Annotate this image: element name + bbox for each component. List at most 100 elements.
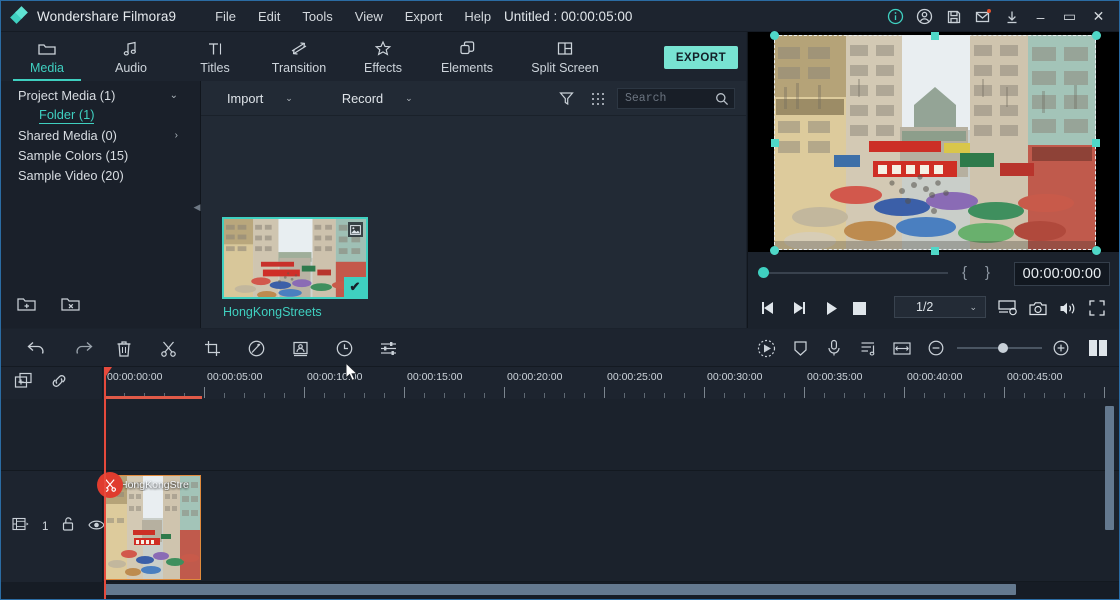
menu-item-file[interactable]: File	[204, 6, 247, 27]
ruler-tick-label: 00:00:35:00	[807, 371, 863, 383]
handle-middle-right[interactable]	[1092, 139, 1100, 147]
media-thumbnail[interactable]: ✔	[222, 217, 368, 299]
ruler-minor-tick	[644, 393, 645, 398]
zoom-out-icon[interactable]	[926, 338, 946, 358]
prev-frame-button[interactable]	[759, 299, 777, 317]
tab-elements[interactable]: Elements	[425, 32, 509, 81]
delete-folder-icon[interactable]	[60, 295, 82, 318]
preview-scrubber-track[interactable]	[763, 272, 948, 274]
fullscreen-icon[interactable]	[1088, 299, 1106, 317]
title-bar: Wondershare Filmora9 File Edit Tools Vie…	[1, 1, 1119, 32]
ruler-minor-tick	[664, 393, 665, 398]
green-screen-icon[interactable]	[290, 338, 310, 358]
fit-timeline-icon[interactable]	[892, 338, 912, 358]
audio-adjust-icon[interactable]	[378, 338, 398, 358]
timeline-track-empty[interactable]	[1, 399, 1119, 471]
tab-audio[interactable]: Audio	[89, 32, 173, 81]
mark-out-button[interactable]: }	[985, 264, 990, 281]
speed-clock-icon[interactable]	[334, 338, 354, 358]
volume-icon[interactable]	[1059, 299, 1077, 317]
handle-top-center[interactable]	[931, 32, 939, 40]
marker-icon[interactable]	[790, 338, 810, 358]
timeline-vertical-scrollbar[interactable]	[1105, 406, 1114, 530]
timeline-horizontal-scrollbar[interactable]	[104, 584, 1016, 595]
mark-in-button[interactable]: {	[962, 264, 967, 281]
tab-transition[interactable]: Transition	[257, 32, 341, 81]
video-track-header: 1	[1, 471, 106, 582]
redo-icon[interactable]	[73, 338, 93, 358]
menu-item-help[interactable]: Help	[453, 6, 502, 27]
maximize-button[interactable]: ▭	[1055, 1, 1084, 32]
crop-icon[interactable]	[202, 338, 222, 358]
tab-titles[interactable]: Titles	[173, 32, 257, 81]
zoom-in-icon[interactable]	[1051, 338, 1071, 358]
ruler-minor-tick	[764, 393, 765, 398]
voiceover-mic-icon[interactable]	[824, 338, 844, 358]
tab-effects[interactable]: Effects	[341, 32, 425, 81]
audio-mixer-icon[interactable]	[858, 338, 878, 358]
info-icon[interactable]	[881, 1, 910, 32]
color-correct-icon[interactable]	[246, 338, 266, 358]
ruler-tick-label: 00:00:45:00	[1007, 371, 1063, 383]
split-badge-icon[interactable]	[97, 472, 123, 498]
handle-top-right[interactable]	[1092, 31, 1101, 40]
handle-top-left[interactable]	[770, 31, 779, 40]
menu-item-edit[interactable]: Edit	[247, 6, 291, 27]
handle-middle-left[interactable]	[771, 139, 779, 147]
menu-item-view[interactable]: View	[344, 6, 394, 27]
sidebar-collapse-arrow-icon[interactable]: ◀	[193, 199, 201, 215]
timeline-ruler[interactable]: 00:00:00:00 00:00:05:00 00:00:10:00 00:00:1…	[103, 367, 1119, 399]
close-button[interactable]: ✕	[1084, 1, 1113, 32]
screen-settings-icon[interactable]	[998, 299, 1018, 317]
play-button[interactable]	[822, 299, 840, 317]
visibility-icon[interactable]	[88, 518, 106, 536]
menu-item-export[interactable]: Export	[394, 6, 454, 27]
undo-icon[interactable]	[26, 338, 46, 358]
ruler-major-tick	[304, 387, 305, 398]
sidebar-item-folder[interactable]: Folder (1)	[1, 105, 200, 125]
filter-icon[interactable]	[559, 91, 574, 111]
playback-speed-select[interactable]: 1/2 ⌄	[894, 296, 986, 318]
tab-split-screen[interactable]: Split Screen	[509, 32, 621, 81]
export-button[interactable]: EXPORT	[664, 46, 738, 69]
sidebar-item-project-media[interactable]: Project Media (1) ⌄	[1, 85, 200, 105]
record-button[interactable]: Record ⌄	[342, 91, 413, 106]
stop-button[interactable]	[851, 300, 867, 316]
handle-bottom-left[interactable]	[770, 246, 779, 255]
download-icon[interactable]	[997, 1, 1026, 32]
link-icon[interactable]	[50, 373, 68, 394]
save-icon[interactable]	[939, 1, 968, 32]
minimize-button[interactable]: –	[1026, 1, 1055, 32]
import-button[interactable]: Import ⌄	[227, 91, 293, 106]
handle-bottom-center[interactable]	[931, 247, 939, 255]
preview-stage[interactable]	[748, 31, 1119, 255]
preview-timecode[interactable]: 00:00:00:00	[1014, 262, 1110, 286]
preview-scrubber-handle[interactable]	[758, 267, 769, 278]
render-preview-icon[interactable]	[756, 338, 776, 358]
media-item[interactable]: ✔ HongKongStreets	[222, 217, 368, 319]
sidebar-item-sample-colors[interactable]: Sample Colors (15)	[1, 145, 200, 165]
search-input[interactable]: Search	[617, 88, 735, 109]
split-scissors-icon[interactable]	[158, 338, 178, 358]
mail-icon[interactable]	[968, 1, 997, 32]
sidebar-item-sample-video[interactable]: Sample Video (20)	[1, 165, 200, 185]
panel-toggle-icon[interactable]	[1087, 338, 1109, 358]
playhead[interactable]	[104, 367, 106, 599]
tab-media[interactable]: Media	[5, 32, 89, 81]
unlock-icon[interactable]	[61, 516, 75, 537]
record-label: Record	[341, 90, 384, 106]
sidebar-item-shared-media[interactable]: Shared Media (0) ›	[1, 125, 200, 145]
add-track-icon[interactable]	[14, 372, 34, 395]
next-frame-button[interactable]	[790, 299, 808, 317]
handle-bottom-right[interactable]	[1092, 246, 1101, 255]
zoom-slider-handle[interactable]	[998, 343, 1008, 353]
grid-view-icon[interactable]	[591, 92, 605, 111]
timeline: 00:00:00:00 00:00:05:00 00:00:10:00 00:00:1…	[1, 367, 1119, 599]
new-folder-icon[interactable]	[16, 295, 38, 318]
app-name: Wondershare Filmora9	[37, 8, 177, 24]
snapshot-camera-icon[interactable]	[1029, 299, 1047, 317]
delete-icon[interactable]	[114, 338, 134, 358]
account-icon[interactable]	[910, 1, 939, 32]
menu-item-tools[interactable]: Tools	[291, 6, 343, 27]
search-icon[interactable]	[715, 92, 729, 111]
